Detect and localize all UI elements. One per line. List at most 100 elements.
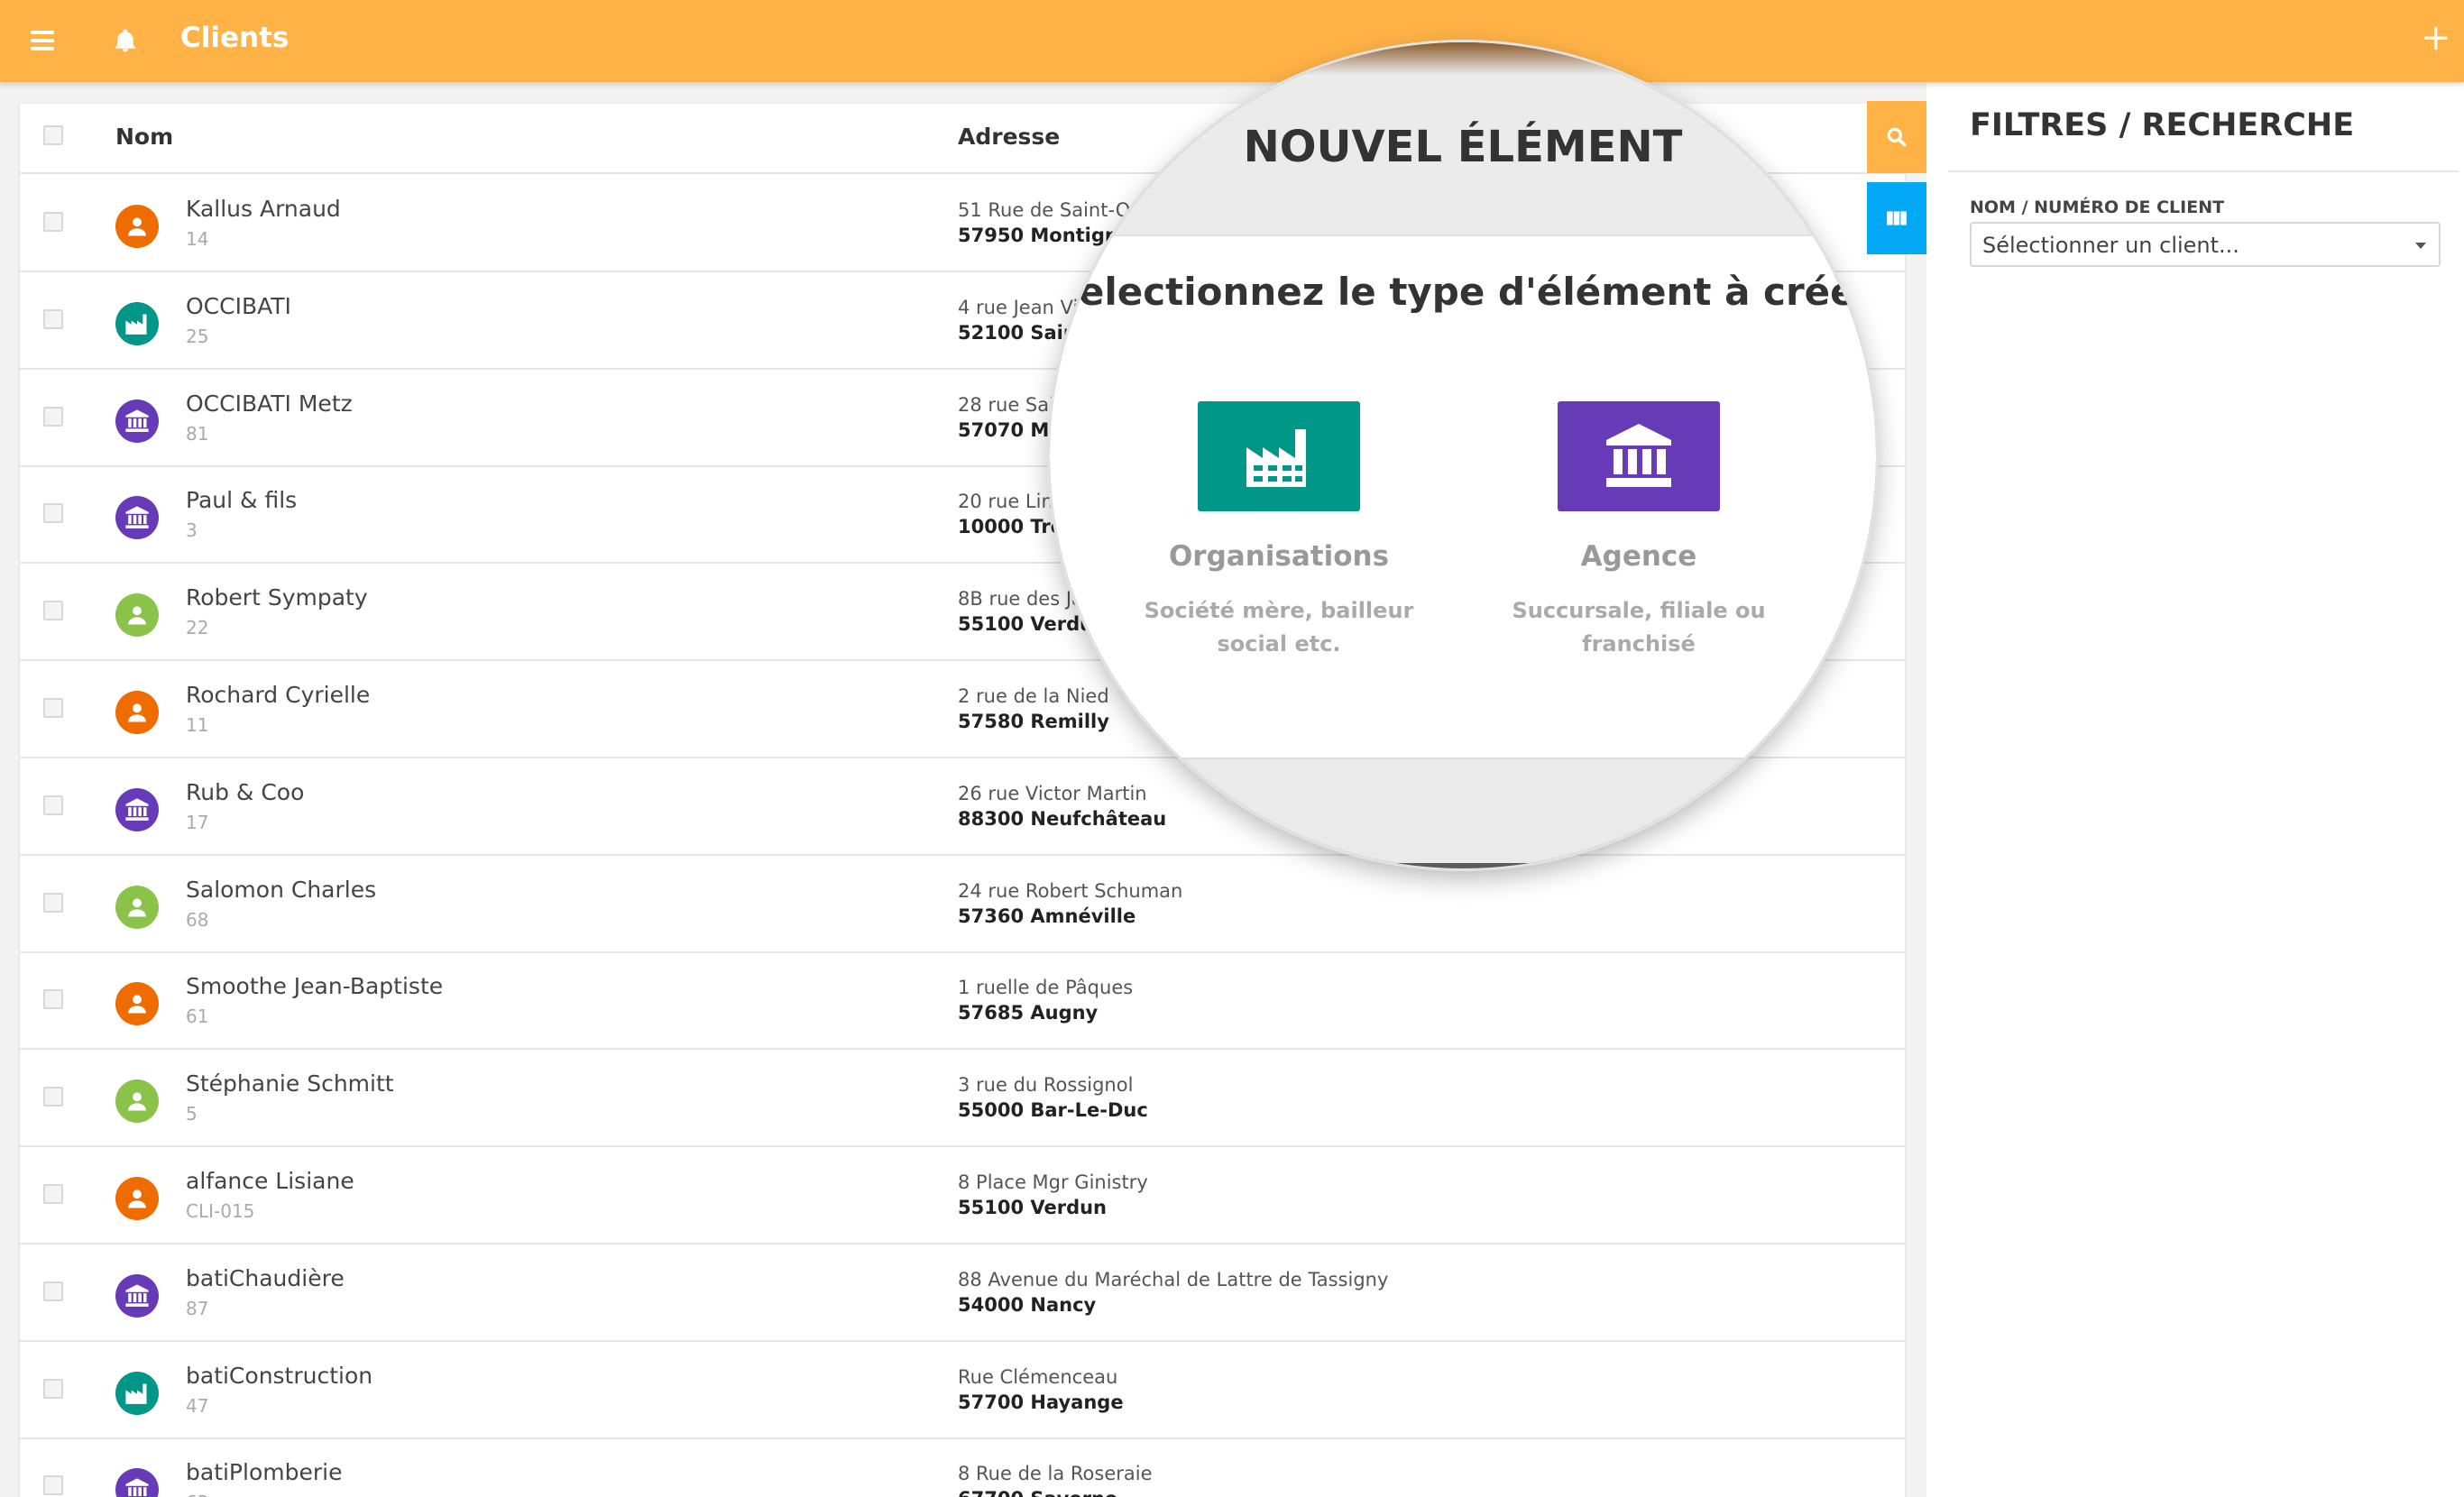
client-name[interactable]: Stéphanie Schmitt: [186, 1070, 394, 1097]
row-checkbox[interactable]: [43, 212, 63, 232]
table-row[interactable]: Salomon Charles 68 24 rue Robert Schuman 57…: [20, 855, 1905, 953]
row-checkbox[interactable]: [43, 794, 63, 815]
agency-option-description: Succursale, filiale ou franchisé: [1512, 598, 1766, 657]
row-checkbox[interactable]: [43, 989, 63, 1010]
client-select[interactable]: Sélectionner un client...: [1970, 222, 2441, 267]
client-select-value: Sélectionner un client...: [1982, 233, 2239, 258]
person-icon: [115, 205, 159, 248]
factory-icon: [1246, 429, 1306, 487]
client-city: 55100 Verdun: [958, 1197, 1108, 1218]
client-street: 8 Place Mgr Ginistry: [958, 1171, 1148, 1193]
person-icon: [115, 1177, 159, 1220]
table-row[interactable]: batiChaudière 87 88 Avenue du Maréchal de …: [20, 1244, 1905, 1342]
table-row[interactable]: Stéphanie Schmitt 5 3 rue du Rossignol 5500…: [20, 1049, 1905, 1148]
row-checkbox[interactable]: [43, 1087, 63, 1107]
chevron-down-icon: [2415, 243, 2426, 249]
row-checkbox[interactable]: [43, 308, 63, 329]
client-number: 11: [186, 714, 209, 736]
menu-icon[interactable]: [31, 31, 54, 51]
client-name[interactable]: Rub & Coo: [186, 779, 304, 805]
row-checkbox[interactable]: [43, 601, 63, 621]
client-number: 61: [186, 1006, 209, 1028]
client-number: 5: [186, 1103, 198, 1125]
client-name[interactable]: Salomon Charles: [186, 877, 376, 903]
organisation-option-description: Société mère, bailleur social etc.: [1144, 598, 1414, 657]
row-checkbox[interactable]: [43, 406, 63, 427]
client-name[interactable]: batiPlomberie: [186, 1459, 342, 1485]
client-street: 28 rue Sai: [958, 393, 1054, 416]
client-number: 22: [186, 617, 209, 639]
person-icon: [115, 885, 159, 929]
client-city: 57360 Amnéville: [958, 905, 1136, 927]
client-name[interactable]: Smoothe Jean-Baptiste: [186, 973, 443, 999]
page-title: Clients: [180, 22, 290, 54]
agency-option-button[interactable]: [1558, 401, 1720, 511]
bank-icon: [115, 399, 159, 443]
modal-subtitle: Selectionnez le type d'élément à créer: [1051, 270, 1875, 314]
table-row[interactable]: alfance Lisiane CLI-015 8 Place Mgr Ginist…: [20, 1146, 1905, 1244]
row-checkbox[interactable]: [43, 1475, 63, 1496]
client-street: 88 Avenue du Maréchal de Lattre de Tassi…: [958, 1268, 1389, 1290]
client-street: 20 rue Lin: [958, 491, 1053, 513]
client-name[interactable]: OCCIBATI Metz: [186, 390, 353, 417]
modal-footer: [1050, 758, 1876, 863]
bell-icon[interactable]: [112, 27, 139, 54]
row-checkbox[interactable]: [43, 1184, 63, 1204]
bank-icon: [115, 787, 159, 831]
bank-icon: [115, 496, 159, 540]
bank-icon: [115, 1273, 159, 1318]
client-number: 63: [186, 1492, 208, 1497]
client-name[interactable]: batiConstruction: [186, 1363, 372, 1389]
new-element-modal-zoom: NOUVEL ÉLÉMENT Selectionnez le type d'él…: [1050, 42, 1876, 868]
client-name[interactable]: Rochard Cyrielle: [186, 682, 370, 708]
person-icon: [115, 691, 159, 734]
table-row[interactable]: Smoothe Jean-Baptiste 61 1 ruelle de Pâque…: [20, 951, 1905, 1051]
client-name[interactable]: batiChaudière: [186, 1265, 345, 1291]
columns-icon: [1887, 211, 1907, 225]
column-header-address[interactable]: Adresse: [958, 124, 1060, 150]
add-icon[interactable]: +: [2421, 20, 2451, 56]
client-number: 17: [186, 811, 209, 833]
client-number: 25: [186, 325, 209, 347]
column-header-name[interactable]: Nom: [115, 124, 173, 150]
person-icon: [115, 593, 159, 638]
filter-panel-title: FILTRES / RECHERCHE: [1970, 107, 2355, 143]
client-street: 24 rue Robert Schuman: [958, 879, 1183, 902]
client-name[interactable]: Kallus Arnaud: [186, 196, 341, 222]
client-name[interactable]: Paul & fils: [186, 487, 297, 513]
client-city: 57685 Augny: [958, 1002, 1099, 1024]
client-name[interactable]: OCCIBATI: [186, 293, 291, 319]
organisation-option-button[interactable]: [1198, 401, 1360, 511]
client-number: 81: [186, 422, 209, 445]
client-name[interactable]: Robert Sympaty: [186, 584, 368, 611]
client-city: 55000 Bar-Le-Duc: [958, 1099, 1148, 1122]
table-row[interactable]: batiConstruction 47 Rue Clémenceau 57700 Ha…: [20, 1341, 1905, 1439]
bank-icon: [115, 1468, 159, 1497]
client-name[interactable]: alfance Lisiane: [186, 1168, 354, 1194]
agency-option-label: Agence: [1580, 540, 1697, 573]
client-number: CLI-015: [186, 1200, 255, 1222]
client-number: 3: [186, 519, 198, 542]
client-number: 87: [186, 1297, 209, 1319]
row-checkbox[interactable]: [43, 698, 63, 718]
row-checkbox[interactable]: [43, 503, 63, 524]
client-city: 67700 Saverne: [958, 1488, 1117, 1497]
person-icon: [115, 982, 159, 1026]
row-checkbox[interactable]: [43, 1378, 63, 1399]
select-all-checkbox[interactable]: [43, 125, 63, 145]
client-street: 3 rue du Rossignol: [958, 1074, 1134, 1097]
client-city: 54000 Nancy: [958, 1293, 1097, 1316]
divider: [1948, 170, 2459, 172]
client-city: 57070 Mé: [958, 418, 1062, 441]
row-checkbox[interactable]: [43, 1281, 63, 1301]
client-filter-label: NOM / NUMÉRO DE CLIENT: [1970, 197, 2225, 217]
row-checkbox[interactable]: [43, 892, 63, 913]
client-number: 68: [186, 908, 209, 931]
modal-title: NOUVEL ÉLÉMENT: [1243, 122, 1683, 172]
factory-icon: [115, 1371, 159, 1415]
client-city: 10000 Tro: [958, 516, 1064, 538]
client-street: 8 Rue de la Roseraie: [958, 1463, 1153, 1485]
client-number: 47: [186, 1394, 209, 1417]
factory-icon: [115, 301, 159, 345]
table-row[interactable]: batiPlomberie 63 8 Rue de la Roseraie 67700…: [20, 1437, 1905, 1497]
